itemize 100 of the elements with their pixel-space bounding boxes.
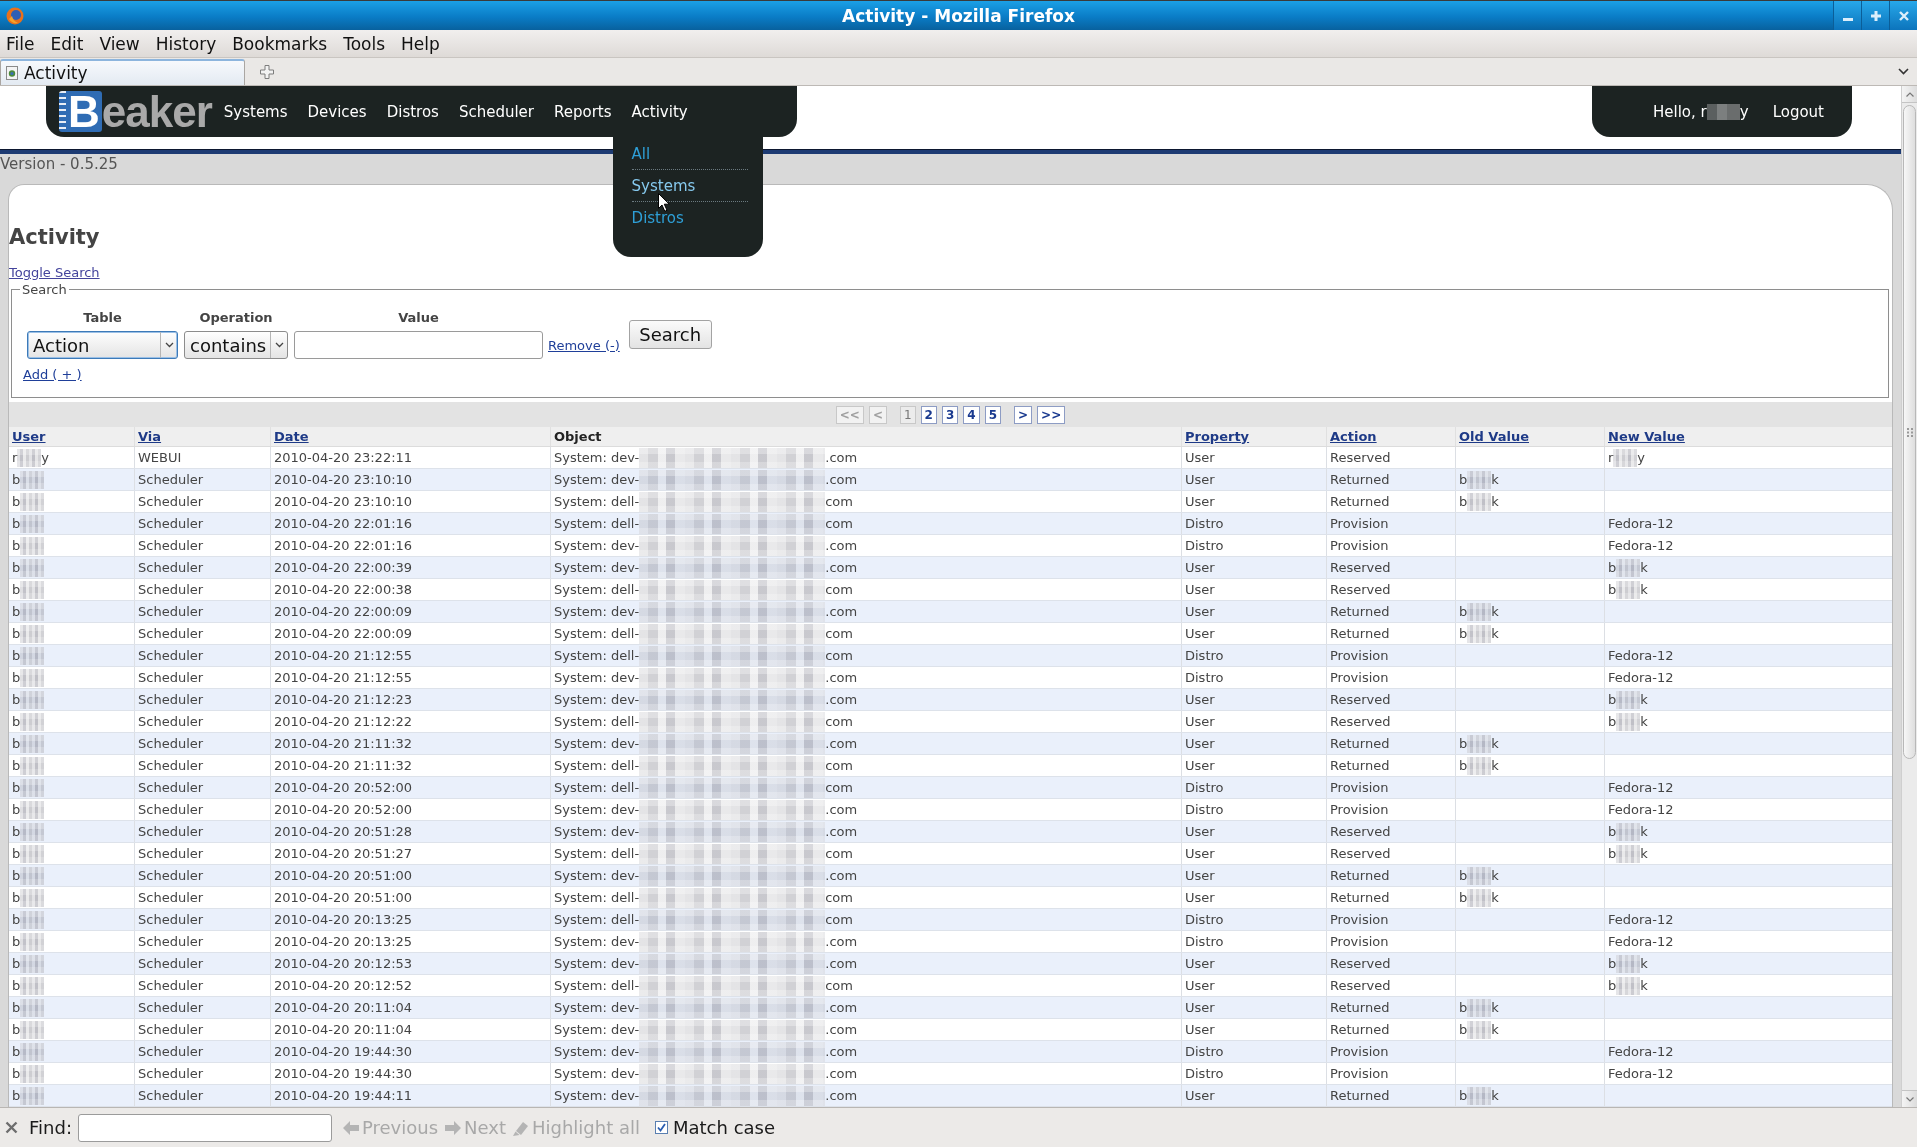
pixelated-block [20, 910, 45, 929]
table-cell: Provision [1326, 909, 1455, 930]
nav-link[interactable]: Activity [621, 101, 698, 122]
column-header-link[interactable]: Property [1185, 429, 1250, 444]
maximize-button[interactable] [1861, 1, 1889, 30]
logo[interactable]: Beaker [59, 91, 212, 132]
table-cell: Scheduler [134, 975, 270, 996]
table-select[interactable]: Action [27, 331, 178, 359]
cell-text: b [12, 692, 21, 707]
table-cell: Scheduler [134, 865, 270, 886]
column-header-link[interactable]: Date [274, 429, 309, 444]
cell-text: y [1637, 450, 1646, 465]
browser-tab[interactable]: Activity [0, 59, 245, 85]
new-tab-icon[interactable] [260, 64, 274, 79]
pixelated-block [17, 448, 42, 467]
nav-link[interactable]: Reports [544, 101, 622, 122]
column-header-link[interactable]: New Value [1608, 429, 1685, 444]
scroll-up-button[interactable] [1902, 86, 1917, 103]
dropdown-item[interactable]: All [631, 144, 651, 164]
chevron-down-icon[interactable] [1898, 68, 1909, 75]
cell-text: b [12, 538, 21, 553]
dropdown-item[interactable]: Systems [631, 176, 696, 196]
find-input[interactable] [77, 1113, 332, 1142]
table-cell: Scheduler [134, 491, 270, 512]
table-cell: Distro [1181, 667, 1326, 688]
page-link[interactable]: 1 [899, 405, 916, 424]
menu-item[interactable]: Bookmarks [224, 33, 336, 54]
page-link[interactable]: > [1014, 405, 1033, 424]
cell-text: k [1491, 472, 1499, 487]
cell-text: System: dev- [554, 1044, 640, 1059]
table-cell: Reserved [1326, 711, 1455, 732]
value-input[interactable] [294, 331, 543, 359]
logout-link[interactable]: Logout [1772, 102, 1824, 121]
table-cell: 2010-04-20 22:01:16 [270, 513, 550, 534]
operation-select[interactable]: contains [184, 331, 288, 359]
highlighter-icon [512, 1119, 529, 1136]
cell-text: .com [825, 1022, 858, 1037]
nav-link[interactable]: Scheduler [448, 101, 545, 122]
close-icon[interactable] [5, 1121, 18, 1134]
nav-link[interactable]: Devices [297, 101, 377, 122]
remove-link[interactable]: Remove (-) [548, 337, 620, 353]
cell-text: k [1640, 824, 1648, 839]
checkbox[interactable] [655, 1121, 668, 1134]
cell-text: b [1459, 604, 1468, 619]
table-cell: Distro [1181, 931, 1326, 952]
cell-text: com [825, 582, 853, 597]
menu-item[interactable]: Edit [42, 33, 92, 54]
cell-text: b [12, 868, 21, 883]
cell-text: b [1459, 758, 1468, 773]
cell-text: b [1459, 472, 1468, 487]
pixelated-block [1467, 1086, 1492, 1105]
scroll-down-button[interactable] [1902, 1090, 1917, 1107]
table-cell: Reserved [1326, 579, 1455, 600]
chevron-down-icon [274, 342, 284, 348]
scrollbar-thumb[interactable] [1903, 105, 1916, 759]
table-cell: Scheduler [134, 931, 270, 952]
column-header-link[interactable]: Action [1330, 429, 1377, 444]
menu-item[interactable]: Help [393, 33, 448, 54]
menu-item[interactable]: View [91, 33, 148, 54]
nav-link[interactable]: Distros [376, 101, 449, 122]
table-cell: Scheduler [134, 755, 270, 776]
menu-item[interactable]: File [0, 33, 43, 54]
cell-text: System: dev- [554, 1088, 640, 1103]
cell-text: .com [825, 450, 858, 465]
column-header-link[interactable]: Via [138, 429, 162, 444]
cell-text: System: dell- [554, 890, 640, 905]
column-header-link[interactable]: User [12, 429, 46, 444]
pixelated-block [1616, 822, 1641, 841]
search-button[interactable]: Search [628, 320, 712, 349]
pixelated-block [20, 712, 45, 731]
mouse-pointer-icon [657, 193, 670, 212]
page-link[interactable]: 4 [963, 405, 980, 424]
cell-text: b [12, 1044, 21, 1059]
column-header-link[interactable]: Old Value [1459, 429, 1529, 444]
cell-text: com [825, 758, 853, 773]
cell-text: r [12, 450, 18, 465]
cell-text: k [1640, 582, 1648, 597]
table-cell: User [1181, 557, 1326, 578]
page-link[interactable]: >> [1037, 405, 1066, 424]
table-cell: Fedora-12 [1604, 777, 1892, 798]
page-link[interactable]: 5 [984, 405, 1002, 424]
toggle-search-link[interactable]: Toggle Search [9, 265, 100, 281]
pixelated-block [20, 492, 45, 511]
find-label: Find: [29, 1117, 72, 1138]
page-link[interactable]: 2 [920, 405, 937, 424]
dropdown-item[interactable]: Distros [631, 208, 684, 228]
menu-item[interactable]: Tools [335, 33, 394, 54]
page-heading: Activity [9, 225, 100, 250]
scrollbar-track[interactable] [1901, 86, 1917, 1107]
menu-item[interactable]: History [147, 33, 225, 54]
table-cell: Scheduler [134, 557, 270, 578]
cell-text: b [1459, 1088, 1468, 1103]
cell-text: System: dell- [554, 714, 640, 729]
cell-text: b [12, 494, 21, 509]
minimize-button[interactable] [1833, 1, 1861, 30]
add-link[interactable]: Add ( + ) [23, 367, 82, 383]
nav-link[interactable]: Systems [213, 101, 298, 122]
close-button[interactable] [1889, 1, 1917, 30]
grip-icon [1906, 427, 1913, 437]
page-link[interactable]: 3 [941, 405, 959, 424]
